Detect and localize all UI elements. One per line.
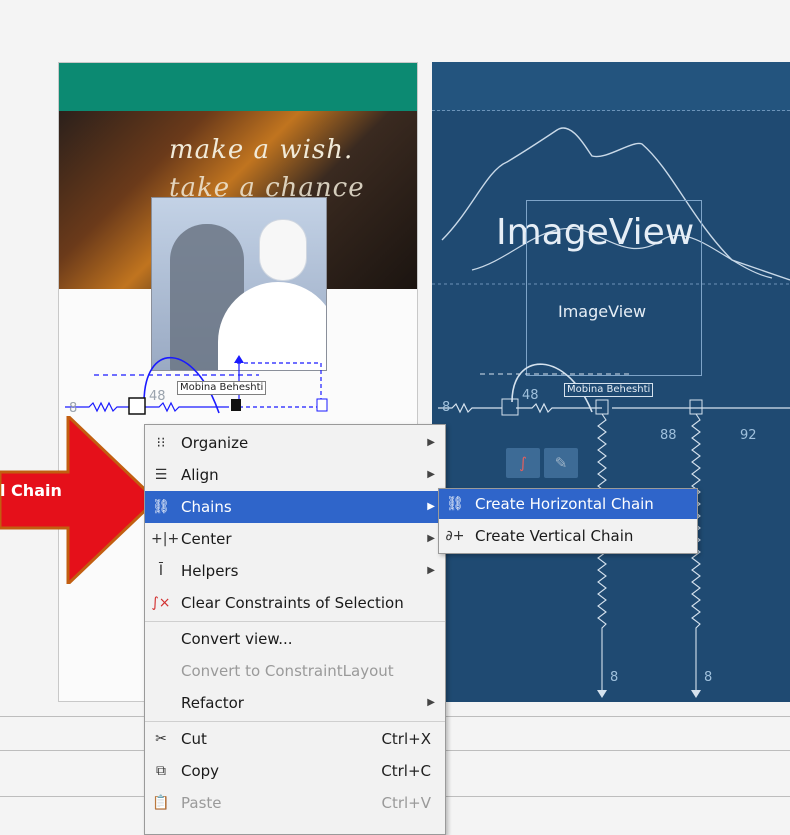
- helpers-icon: Ī: [158, 563, 164, 579]
- submenu-arrow-icon: ▶: [427, 469, 435, 480]
- submenu-arrow-icon: ▶: [427, 565, 435, 576]
- menu-item-convert-view[interactable]: Convert view...: [145, 623, 445, 655]
- paste-icon: 📋: [152, 795, 170, 811]
- organize-icon: ⁝⁝: [156, 435, 166, 451]
- center-icon: +|+: [151, 531, 180, 547]
- avatar-head: [260, 220, 306, 280]
- menu-item-align[interactable]: ☰ Align ▶: [145, 459, 445, 491]
- avatar-outline[interactable]: [526, 200, 702, 376]
- menu-item-paste: 📋 Paste Ctrl+V: [145, 787, 445, 819]
- vertical-chain-icon: ∂+: [445, 528, 465, 544]
- name-textview[interactable]: Mobina Beheshti: [177, 381, 267, 395]
- copy-icon: ⧉: [156, 763, 166, 779]
- menu-item-create-vertical-chain[interactable]: ∂+ Create Vertical Chain: [439, 521, 697, 551]
- bp-margin-top: 48: [522, 388, 539, 403]
- menu-item-cut[interactable]: ✂ Cut Ctrl+X: [145, 723, 445, 755]
- submenu-arrow-icon: ▶: [427, 533, 435, 544]
- horizontal-chain-icon: ⛓: [446, 496, 464, 512]
- bp-margin-bottom-1: 8: [610, 670, 619, 685]
- clear-constraints-icon[interactable]: ∫: [506, 448, 540, 478]
- wrench-icon[interactable]: ✎: [544, 448, 578, 478]
- red-arrow-callout: [0, 416, 159, 584]
- menu-item-create-horizontal-chain[interactable]: ⛓ Create Horizontal Chain: [439, 489, 697, 519]
- menu-item-clear-constraints[interactable]: ∫× Clear Constraints of Selection: [145, 587, 445, 619]
- margin-left-label: 8: [69, 401, 78, 416]
- menu-item-copy[interactable]: ⧉ Copy Ctrl+C: [145, 755, 445, 787]
- bp-margin-a: 88: [660, 428, 677, 443]
- submenu-arrow-icon: ▶: [427, 697, 435, 708]
- bp-margin-bottom-2: 8: [704, 670, 713, 685]
- imageview-placeholder-small: ImageView: [558, 302, 647, 321]
- menu-item-chains[interactable]: ⛓ Chains ▶: [145, 491, 445, 523]
- menu-separator: [145, 721, 445, 722]
- align-icon: ☰: [154, 467, 168, 483]
- margin-top-label: 48: [149, 389, 166, 404]
- context-menu: ⁝⁝ Organize ▶ ☰ Align ▶ ⛓ Chains ▶ +|+ C…: [144, 424, 446, 835]
- menu-separator: [145, 621, 445, 622]
- menu-item-refactor[interactable]: Refactor ▶: [145, 687, 445, 719]
- menu-item-convert-constraintlayout: Convert to ConstraintLayout: [181, 662, 394, 680]
- chains-icon: ⛓: [152, 499, 170, 515]
- submenu-arrow-icon: ▶: [427, 501, 435, 512]
- submenu-arrow-icon: ▶: [427, 437, 435, 448]
- clear-constraints-icon: ∫×: [151, 595, 171, 611]
- menu-item-center[interactable]: +|+ Center ▶: [145, 523, 445, 555]
- name-textview-outline[interactable]: Mobina Beheshti: [564, 383, 654, 397]
- cut-icon: ✂: [155, 731, 167, 747]
- callout-text: l Chain: [0, 481, 62, 500]
- bp-margin-left: 8: [442, 400, 451, 415]
- app-bar: [59, 63, 417, 111]
- bp-margin-b: 92: [740, 428, 757, 443]
- blueprint-appbar: [432, 62, 790, 111]
- menu-item-helpers[interactable]: Ī Helpers ▶: [145, 555, 445, 587]
- menu-item-organize[interactable]: ⁝⁝ Organize ▶: [145, 427, 445, 459]
- blueprint-surface[interactable]: ImageView ImageView Mobina Beheshti 8 48…: [432, 62, 790, 702]
- chains-submenu: ⛓ Create Horizontal Chain ∂+ Create Vert…: [438, 488, 698, 554]
- hero-text-line1: make a wish.: [169, 135, 354, 165]
